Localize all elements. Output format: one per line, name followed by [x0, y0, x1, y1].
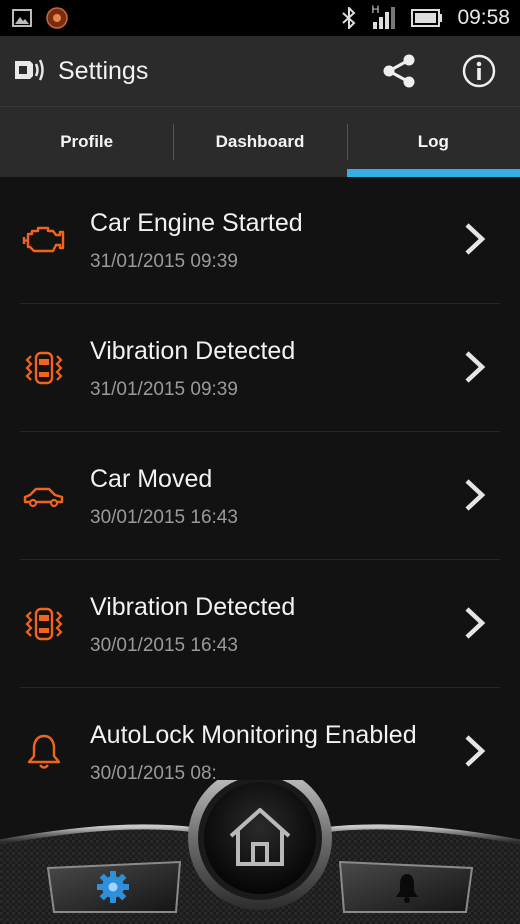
list-item[interactable]: Vibration Detected 31/01/2015 09:39 [0, 304, 520, 432]
vibration-icon [25, 351, 63, 385]
tab-label: Profile [60, 132, 114, 151]
bluetooth-icon [342, 7, 356, 29]
action-bar: Settings [0, 36, 520, 106]
status-bar: H 09:58 [0, 0, 520, 36]
tab-log[interactable]: Log [346, 107, 520, 177]
tab-bar: Profile Dashboard Log [0, 106, 520, 177]
gallery-icon [12, 9, 32, 27]
share-icon[interactable] [381, 53, 417, 89]
notifications-button[interactable] [352, 864, 462, 910]
status-time: 09:58 [457, 6, 510, 29]
log-timestamp: 31/01/2015 09:39 [90, 251, 238, 272]
chevron-right-icon[interactable] [462, 605, 488, 641]
engine-icon [22, 226, 65, 253]
chevron-right-icon[interactable] [462, 733, 488, 769]
log-title: Vibration Detected [90, 593, 296, 621]
tab-label: Log [417, 132, 449, 151]
tab-label: Dashboard [215, 132, 305, 151]
page-title: Settings [58, 57, 149, 85]
app-notification-icon [46, 7, 68, 29]
log-title: AutoLock Monitoring Enabled [90, 721, 417, 749]
info-icon[interactable] [462, 54, 496, 88]
tab-profile[interactable]: Profile [0, 107, 173, 177]
log-title: Vibration Detected [90, 337, 296, 365]
log-title: Car Moved [90, 465, 213, 493]
settings-gear-icon [97, 871, 129, 903]
home-icon [229, 808, 291, 866]
settings-button[interactable] [60, 864, 170, 910]
chevron-right-icon[interactable] [462, 221, 488, 257]
log-list: Car Engine Started 31/01/2015 09:39 Vibr… [0, 176, 520, 816]
home-button[interactable] [204, 786, 316, 890]
app-logo-icon [15, 59, 44, 81]
chevron-right-icon[interactable] [462, 477, 488, 513]
signal-icon: H [371, 4, 397, 30]
log-timestamp: 30/01/2015 16:43 [90, 635, 238, 656]
log-timestamp: 31/01/2015 09:39 [90, 379, 238, 400]
bottom-dock [0, 780, 520, 924]
car-icon [23, 487, 64, 508]
battery-icon [411, 9, 443, 27]
notifications-bell-icon [396, 874, 418, 903]
list-item[interactable]: Car Engine Started 31/01/2015 09:39 [0, 176, 520, 304]
log-timestamp: 30/01/2015 16:43 [90, 507, 238, 528]
log-title: Car Engine Started [90, 209, 303, 237]
bell-icon [27, 734, 61, 769]
list-item[interactable]: Car Moved 30/01/2015 16:43 [0, 432, 520, 560]
chevron-right-icon[interactable] [462, 349, 488, 385]
vibration-icon [25, 607, 63, 641]
list-item[interactable]: Vibration Detected 30/01/2015 16:43 [0, 560, 520, 688]
tab-dashboard[interactable]: Dashboard [173, 107, 346, 177]
